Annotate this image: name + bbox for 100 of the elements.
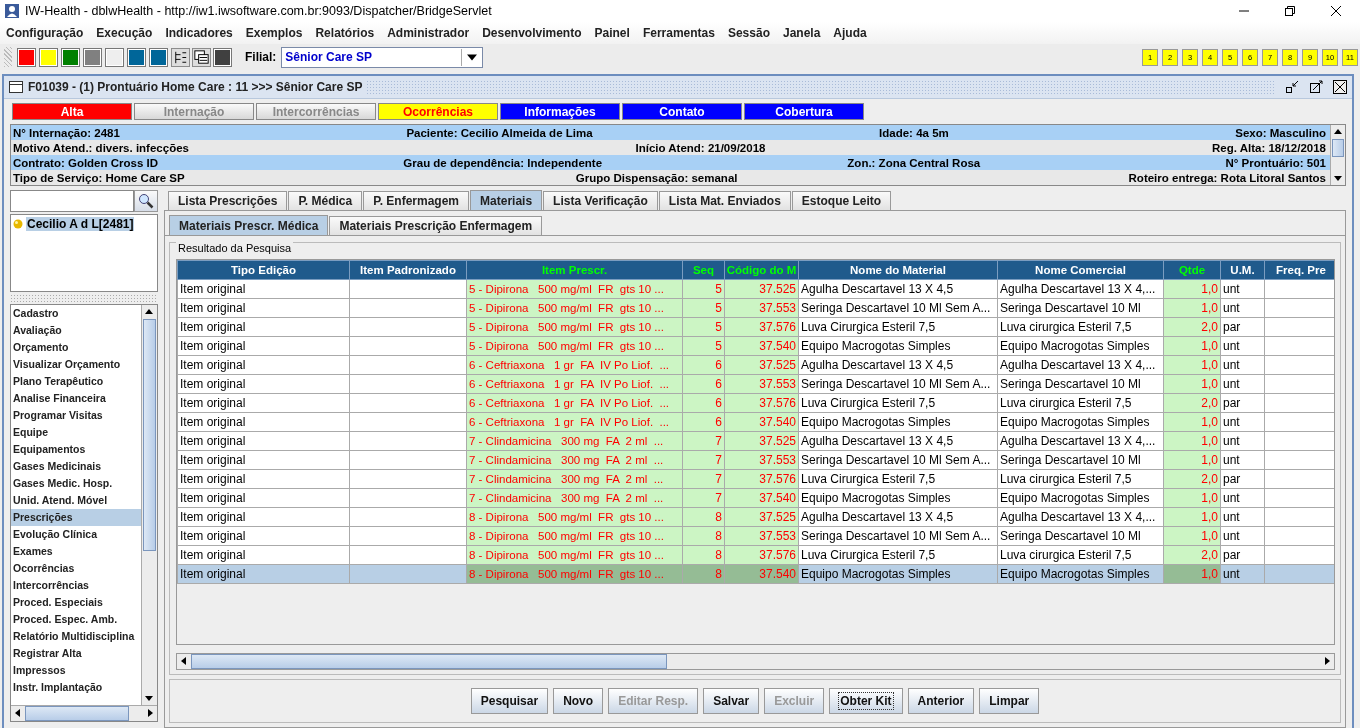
close-icon[interactable]: [1332, 79, 1348, 95]
tree-icon[interactable]: [171, 47, 190, 67]
status-button[interactable]: Ocorrências: [378, 103, 498, 120]
nav-item[interactable]: Proced. Espec. Amb.: [11, 611, 141, 628]
color-button[interactable]: [149, 47, 168, 67]
status-button[interactable]: Alta: [12, 103, 132, 120]
nav-item[interactable]: Instr. Implantação: [11, 679, 141, 696]
table-row[interactable]: Item original 5 - Dipirona 500 mg/ml FR gts 10 ... 5 37.576 Luva Cirurgica Esteril 7,5 Luva cirurgica Esteril 7,5 2,0 par: [177, 317, 1334, 337]
nav-item[interactable]: Proced. Especiais: [11, 594, 141, 611]
table-row[interactable]: Item original 8 - Dipirona 500 mg/ml FR gts 10 ... 8 37.525 Agulha Descartavel 13 X 4,5 Agulha Descartavel 13 X 4,... 1,0 unt: [177, 507, 1334, 527]
column-header[interactable]: Seq: [682, 260, 725, 280]
tab[interactable]: Materiais: [470, 190, 543, 210]
status-button[interactable]: Contato: [622, 103, 742, 120]
nav-item[interactable]: Programar Visitas: [11, 407, 141, 424]
table-row[interactable]: Item original 8 - Dipirona 500 mg/ml FR gts 10 ... 8 37.540 Equipo Macrogotas Simples Equipo Macrogotas Simples 1,0 unt: [177, 564, 1334, 584]
color-button[interactable]: [213, 47, 232, 67]
horizontal-scrollbar[interactable]: [11, 705, 157, 721]
menu-item[interactable]: Execução: [96, 26, 153, 40]
action-button[interactable]: Pesquisar: [470, 688, 549, 714]
table-row[interactable]: Item original 5 - Dipirona 500 mg/ml FR gts 10 ... 5 37.540 Equipo Macrogotas Simples Equipo Macrogotas Simples 1,0 unt: [177, 336, 1334, 356]
action-button[interactable]: Anterior: [907, 688, 975, 714]
table-row[interactable]: Item original 6 - Ceftriaxona 1 gr FA IV Po Liof. ... 6 37.576 Luva Cirurgica Esteril 7,5 Luva cirurgica Esteril 7,5 2,0 par: [177, 393, 1334, 413]
restore-icon[interactable]: [1284, 5, 1296, 17]
table-row[interactable]: Item original 5 - Dipirona 500 mg/ml FR gts 10 ... 5 37.553 Seringa Descartavel 10 Ml Sem A... Seringa Descartavel 10 Ml 1,0 unt: [177, 298, 1334, 318]
nav-item[interactable]: Registrar Alta: [11, 645, 141, 662]
nav-item[interactable]: Impressos: [11, 662, 141, 679]
nav-item[interactable]: Relatório Multidisciplina: [11, 628, 141, 645]
nav-item[interactable]: Gases Medicinais: [11, 458, 141, 475]
close-icon[interactable]: [1330, 5, 1342, 17]
menu-item[interactable]: Desenvolvimento: [482, 26, 582, 40]
nav-item[interactable]: Plano Terapêutico: [11, 373, 141, 390]
menu-item[interactable]: Configuração: [6, 26, 84, 40]
nav-item[interactable]: Orçamento: [11, 339, 141, 356]
tab[interactable]: Lista Mat. Enviados: [658, 191, 791, 210]
toolbar-grip[interactable]: [4, 47, 12, 67]
color-button[interactable]: [61, 47, 80, 67]
nav-item[interactable]: Exames: [11, 543, 141, 560]
nav-item[interactable]: Cadastro: [11, 305, 141, 322]
nav-item[interactable]: Avaliação: [11, 322, 141, 339]
tab[interactable]: Materiais Prescrição Enfermagem: [329, 216, 543, 235]
search-button[interactable]: [134, 190, 158, 212]
color-button[interactable]: [105, 47, 124, 67]
nav-item[interactable]: Equipamentos: [11, 441, 141, 458]
color-button[interactable]: [127, 47, 146, 67]
menu-item[interactable]: Indicadores: [165, 26, 233, 40]
nav-item[interactable]: Equipe: [11, 424, 141, 441]
tab[interactable]: P. Enfermagem: [363, 191, 470, 210]
column-header[interactable]: Tipo Edição: [177, 260, 350, 280]
tab[interactable]: Lista Prescrições: [168, 191, 288, 210]
table-row[interactable]: Item original 8 - Dipirona 500 mg/ml FR gts 10 ... 8 37.576 Luva Cirurgica Esteril 7,5 Luva cirurgica Esteril 7,5 2,0 par: [177, 545, 1334, 565]
table-row[interactable]: Item original 6 - Ceftriaxona 1 gr FA IV Po Liof. ... 6 37.525 Agulha Descartavel 13 X 4,5 Agulha Descartavel 13 X 4,... 1,0 unt: [177, 355, 1334, 375]
table-row[interactable]: Item original 5 - Dipirona 500 mg/ml FR gts 10 ... 5 37.525 Agulha Descartavel 13 X 4,5 Agulha Descartavel 13 X 4,... 1,0 unt: [177, 279, 1334, 299]
column-header[interactable]: Código do M: [724, 260, 799, 280]
nav-item[interactable]: Unid. Atend. Móvel: [11, 492, 141, 509]
action-button[interactable]: Novo: [553, 688, 604, 714]
maximize-icon[interactable]: [1308, 79, 1324, 95]
tab[interactable]: Materiais Prescr. Médica: [169, 215, 329, 235]
action-button[interactable]: Obter Kit: [829, 688, 903, 714]
menu-item[interactable]: Janela: [782, 26, 821, 40]
filial-dropdown[interactable]: Sênior Care SP: [281, 46, 484, 68]
nav-item[interactable]: Ocorrências: [11, 560, 141, 577]
table-row[interactable]: Item original 8 - Dipirona 500 mg/ml FR gts 10 ... 8 37.553 Seringa Descartavel 10 Ml Sem A... Seringa Descartavel 10 Ml 1,0 unt: [177, 526, 1334, 546]
vertical-scrollbar[interactable]: [1330, 125, 1345, 185]
color-button[interactable]: [17, 47, 36, 67]
column-header[interactable]: Freq. Pre: [1264, 260, 1334, 280]
table-row[interactable]: Item original 6 - Ceftriaxona 1 gr FA IV Po Liof. ... 6 37.553 Seringa Descartavel 10 Ml Sem A... Seringa Descartavel 10 Ml 1,0 unt: [177, 374, 1334, 394]
nav-item[interactable]: Intercorrências: [11, 577, 141, 594]
nav-item[interactable]: Analise Financeira: [11, 390, 141, 407]
column-header[interactable]: Nome do Material: [798, 260, 998, 280]
column-header[interactable]: Nome Comercial: [997, 260, 1164, 280]
status-button[interactable]: Informações: [500, 103, 620, 120]
nav-item[interactable]: Prescrições: [11, 509, 141, 526]
table-row[interactable]: Item original 7 - Clindamicina 300 mg FA 2 ml ... 7 37.540 Equipo Macrogotas Simples Equipo Macrogotas Simples 1,0 unt: [177, 488, 1334, 508]
table-row[interactable]: Item original 6 - Ceftriaxona 1 gr FA IV Po Liof. ... 6 37.540 Equipo Macrogotas Simples Equipo Macrogotas Simples 1,0 unt: [177, 412, 1334, 432]
windows-icon[interactable]: [192, 47, 211, 67]
menu-item[interactable]: Painel: [594, 26, 630, 40]
nav-item[interactable]: Evolução Clínica: [11, 526, 141, 543]
menu-item[interactable]: Sessão: [727, 26, 770, 40]
horizontal-scrollbar[interactable]: [176, 653, 1335, 670]
column-header[interactable]: Qtde: [1163, 260, 1221, 280]
column-header[interactable]: Item Prescr.: [466, 260, 683, 280]
menu-item[interactable]: Exemplos: [245, 26, 303, 40]
column-header[interactable]: Item Padronizado: [349, 260, 467, 280]
nav-item[interactable]: Visualizar Orçamento: [11, 356, 141, 373]
menu-item[interactable]: Administrador: [387, 26, 470, 40]
color-button[interactable]: [39, 47, 58, 67]
table-row[interactable]: Item original 7 - Clindamicina 300 mg FA 2 ml ... 7 37.553 Seringa Descartavel 10 Ml Sem A... Seringa Descartavel 10 Ml 1,0 unt: [177, 450, 1334, 470]
search-field[interactable]: [10, 190, 134, 212]
menu-item[interactable]: Ferramentas: [642, 26, 715, 40]
nav-item[interactable]: Gases Medic. Hosp.: [11, 475, 141, 492]
status-button[interactable]: Cobertura: [744, 103, 864, 120]
tab[interactable]: P. Médica: [288, 191, 363, 210]
minimize-icon[interactable]: [1284, 79, 1300, 95]
table-row[interactable]: Item original 7 - Clindamicina 300 mg FA 2 ml ... 7 37.525 Agulha Descartavel 13 X 4,5 Agulha Descartavel 13 X 4,... 1,0 unt: [177, 431, 1334, 451]
action-button[interactable]: Salvar: [703, 688, 760, 714]
column-header[interactable]: U.M.: [1220, 260, 1265, 280]
table-row[interactable]: Item original 7 - Clindamicina 300 mg FA 2 ml ... 7 37.576 Luva Cirurgica Esteril 7,5 Luva cirurgica Esteril 7,5 2,0 par: [177, 469, 1334, 489]
patient-item[interactable]: Cecilio A d L[2481]: [26, 217, 135, 231]
menu-item[interactable]: Relatórios: [315, 26, 375, 40]
menu-item[interactable]: Ajuda: [833, 26, 867, 40]
